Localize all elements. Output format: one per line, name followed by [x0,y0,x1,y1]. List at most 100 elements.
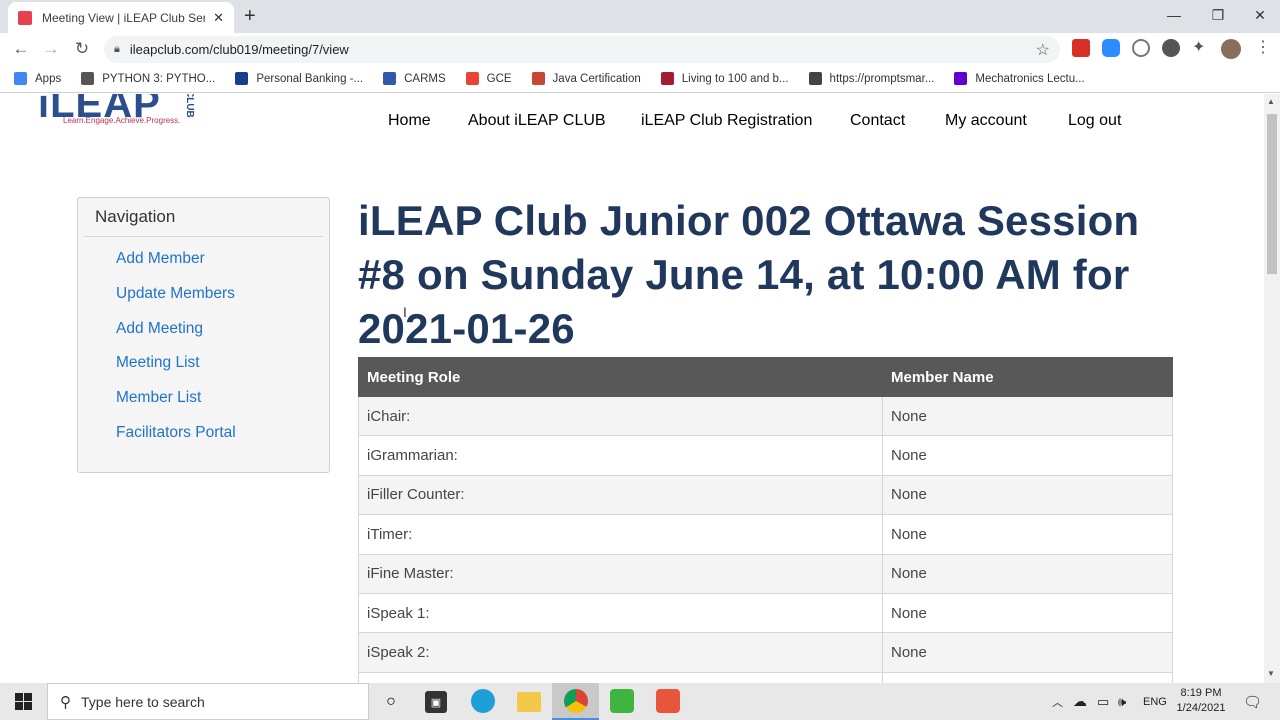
scrollbar-thumb[interactable] [1267,114,1277,274]
member-name-cell: None [882,435,1173,476]
chrome-icon [563,688,588,713]
page-title: iLEAP Club Junior 002 Ottawa Session #8 … [358,197,1140,352]
member-name-cell: None [882,553,1173,594]
camtasia-green-icon[interactable] [610,689,634,713]
bookmark-label: Apps [35,72,62,85]
forward-button[interactable]: → [39,37,63,61]
chrome-taskbar-button[interactable] [552,683,599,720]
task-view-icon[interactable]: ○ [378,689,404,715]
tray-chevron-icon[interactable]: ︿ [1052,683,1063,720]
meeting-role-cell: iSpeak 1: [358,592,883,634]
sidebar-link-meeting-list[interactable]: Meeting List [116,354,200,372]
bookmark-item[interactable]: CARMS [383,72,446,85]
sidebar-link-add-meeting[interactable]: Add Meeting [116,320,203,338]
bookmark-label: Java Certification [552,72,641,85]
harvard-icon [660,72,674,85]
bookmark-item[interactable]: PYTHON 3: PYTHO... [81,72,215,85]
column-header-role: Meeting Role [358,357,883,397]
ileap-logo[interactable]: iLEAP Learn.Engage.Achieve.Progress. CLU… [38,94,208,134]
meeting-role-cell: iGrammarian: [358,435,883,476]
sidebar-link-update-members[interactable]: Update Members [116,285,235,303]
google-icon [465,72,479,85]
url-text: ileapclub.com/club019/meeting/7/view [129,42,349,57]
close-tab-icon[interactable]: ✕ [213,10,224,26]
sidebar-link-add-member[interactable]: Add Member [116,250,205,268]
lock-icon: 🔒︎ [114,43,120,55]
menu-kebab-icon[interactable]: ⋮ [1254,39,1272,57]
nav-my-account[interactable]: My account [945,112,1027,130]
search-icon: ⚲ [60,693,71,711]
bookmark-item[interactable]: https://promptsmar... [808,72,935,85]
system-clock[interactable]: 8:19 PM 1/24/2021 [1170,686,1232,716]
windows-taskbar: ⚲ Type here to search ○ ▣ ︿ ☁ ▭ 🕪︎ ENG 8… [0,683,1280,720]
nav-home[interactable]: Home [388,112,431,130]
site-favicon-icon [18,10,32,25]
oracle-icon [531,72,545,85]
bookmark-label: https://promptsmar... [829,72,935,85]
meeting-role-cell [358,671,883,683]
sidebar-navigation: Navigation Add Member Update Members Add… [77,197,330,473]
battery-icon[interactable]: ▭ [1097,683,1109,720]
bookmark-item[interactable]: Living to 100 and b... [660,72,789,85]
extension-red-icon[interactable] [1072,39,1090,57]
sidebar-heading: Navigation [95,207,176,226]
camtasia-red-icon[interactable] [656,689,680,713]
globe-icon [808,72,822,85]
bookmark-star-icon[interactable]: ☆ [1036,40,1050,60]
scroll-down-icon[interactable]: ▼ [1267,669,1275,678]
table-row: iChair: None [358,395,1173,437]
bookmarks-bar: Apps PYTHON 3: PYTHO... Personal Banking -… [0,65,1280,93]
store-icon[interactable]: ▣ [425,691,447,713]
windows-start-button[interactable] [0,683,47,720]
column-header-member: Member Name [882,357,1173,397]
bookmark-item[interactable]: Java Certification [531,72,641,85]
python-icon [81,72,95,85]
nav-contact[interactable]: Contact [850,112,905,130]
table-row: iTimer: None [358,514,1173,555]
nav-registration[interactable]: iLEAP Club Registration [641,112,812,130]
logo-tagline: Learn.Engage.Achieve.Progress. [63,116,181,125]
meeting-role-cell: iTimer: [358,514,883,555]
restore-button[interactable]: ❐ [1196,0,1240,30]
onedrive-icon[interactable]: ☁ [1073,683,1087,720]
nav-about[interactable]: About iLEAP CLUB [468,112,606,130]
bookmark-item[interactable]: GCE [465,72,512,85]
notifications-icon[interactable]: 🗨︎ [1243,683,1262,720]
apps-grid-icon [14,72,27,85]
sidebar-link-member-list[interactable]: Member List [116,389,201,407]
profile-avatar[interactable] [1221,39,1241,59]
edge-browser-icon[interactable] [471,689,495,713]
address-bar[interactable]: 🔒︎ ileapclub.com/club019/meeting/7/view … [104,36,1060,63]
extension-chat-icon[interactable] [1132,39,1150,57]
taskbar-search-box[interactable]: ⚲ Type here to search [47,683,369,720]
clock-time: 8:19 PM [1180,687,1222,699]
clock-date: 1/24/2021 [1176,702,1226,714]
new-tab-button[interactable]: + [244,4,256,28]
close-window-button[interactable]: ✕ [1238,0,1280,30]
sidebar-link-facilitators-portal[interactable]: Facilitators Portal [116,424,236,442]
minimize-button[interactable]: — [1152,0,1196,30]
bookmark-item[interactable]: Personal Banking -... [235,72,363,85]
language-indicator[interactable]: ENG [1143,683,1167,720]
extension-circle-icon[interactable] [1162,39,1180,57]
file-explorer-icon[interactable] [517,692,541,712]
bookmark-item[interactable]: Apps [14,72,61,85]
volume-icon[interactable]: 🕪︎ [1118,683,1126,720]
reload-button[interactable]: ↻ [70,37,94,61]
zoom-extension-icon[interactable] [1102,39,1120,57]
meeting-role-cell: iChair: [358,395,883,437]
meeting-roles-table: Meeting Role Member Name iChair: None iGra… [358,357,1173,683]
nav-log-out[interactable]: Log out [1068,112,1121,130]
bookmark-label: CARMS [404,72,446,85]
bank-icon [235,72,249,85]
scroll-up-icon[interactable]: ▲ [1267,97,1275,106]
back-button[interactable]: ← [9,37,33,61]
extensions-puzzle-icon[interactable]: ✦ [1192,39,1210,57]
page-scrollbar[interactable]: ▲ ▼ [1264,94,1280,683]
bookmark-label: GCE [486,72,512,85]
browser-tab[interactable]: Meeting View | iLEAP Club Senio ✕ [8,2,234,33]
member-name-cell: None [882,395,1173,437]
table-row [358,671,1173,683]
member-name-cell: None [882,632,1173,673]
bookmark-item[interactable]: Mechatronics Lectu... [954,72,1085,85]
